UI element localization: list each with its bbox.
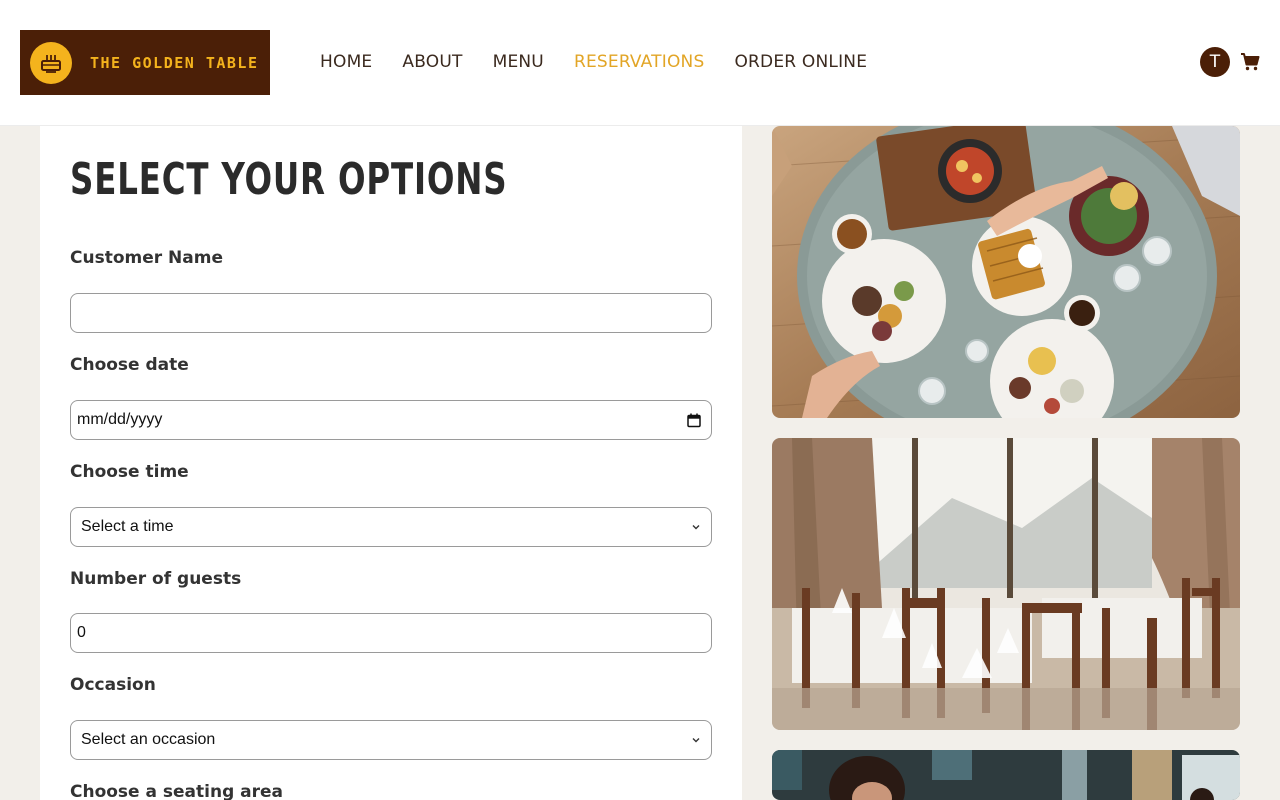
guests-field[interactable] — [70, 613, 712, 653]
reservation-form: SELECT YOUR OPTIONS Customer Name Choose… — [40, 126, 742, 800]
nav-home[interactable]: HOME — [320, 50, 372, 74]
time-select[interactable]: Select a time — [70, 507, 712, 547]
guests-input[interactable] — [77, 614, 701, 652]
nav-order-online[interactable]: ORDER ONLINE — [734, 50, 867, 74]
customer-name-field[interactable] — [70, 293, 712, 333]
site-header: THE GOLDEN TABLE HOME ABOUT MENU RESERVA… — [0, 0, 1280, 126]
date-field[interactable]: mm/dd/yyyy — [70, 400, 712, 440]
main-nav: HOME ABOUT MENU RESERVATIONS ORDER ONLIN… — [320, 50, 897, 74]
seating-label: Choose a seating area — [70, 782, 284, 800]
chevron-down-icon — [691, 736, 701, 744]
chevron-down-icon — [691, 523, 701, 531]
shopping-cart-icon[interactable] — [1240, 52, 1260, 72]
brand-logo[interactable]: THE GOLDEN TABLE — [20, 30, 270, 95]
nav-reservations[interactable]: RESERVATIONS — [574, 50, 705, 74]
calendar-icon[interactable] — [687, 413, 701, 428]
time-label: Choose time — [70, 462, 189, 482]
brunch-table-photo — [772, 126, 1240, 418]
occasion-select[interactable]: Select an occasion — [70, 720, 712, 760]
user-avatar[interactable]: T — [1200, 47, 1230, 77]
nav-about[interactable]: ABOUT — [402, 50, 462, 74]
date-label: Choose date — [70, 355, 189, 375]
restaurant-interior-photo — [772, 438, 1240, 730]
customer-name-input[interactable] — [81, 294, 701, 332]
date-placeholder: mm/dd/yyyy — [77, 411, 163, 428]
dining-guests-photo — [772, 750, 1240, 800]
nav-menu[interactable]: MENU — [493, 50, 544, 74]
guests-label: Number of guests — [70, 569, 242, 589]
time-selected-value: Select a time — [81, 518, 174, 535]
brand-name: THE GOLDEN TABLE — [90, 53, 259, 72]
occasion-label: Occasion — [70, 675, 156, 695]
occasion-selected-value: Select an occasion — [81, 731, 216, 748]
form-title: SELECT YOUR OPTIONS — [70, 154, 508, 205]
cake-icon — [30, 41, 72, 84]
customer-name-label: Customer Name — [70, 248, 223, 268]
